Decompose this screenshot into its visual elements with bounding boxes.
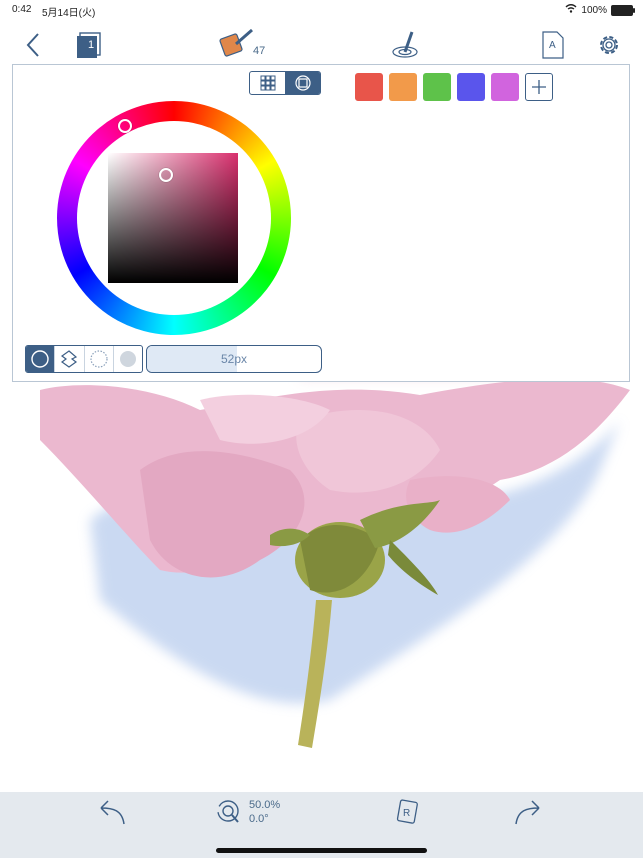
undo-icon	[100, 800, 125, 825]
battery-percent: 100%	[581, 4, 607, 16]
document-icon: A	[542, 31, 564, 59]
chevron-left-icon	[26, 33, 39, 57]
blend-tool-icon	[392, 31, 418, 58]
soft-brush-icon	[90, 350, 108, 368]
reset-view-button[interactable]: R	[394, 798, 420, 826]
back-button[interactable]	[22, 32, 44, 58]
status-date: 5月14日(火)	[42, 8, 96, 19]
undo-button[interactable]	[98, 798, 128, 826]
blend-tool-button[interactable]	[390, 28, 420, 60]
plus-icon	[532, 80, 546, 94]
zoom-rotate-icon	[217, 800, 239, 823]
brush-type-selector	[25, 345, 143, 373]
color-swatch[interactable]	[389, 73, 417, 101]
status-time: 0:42	[12, 4, 32, 15]
color-panel: 52px	[12, 58, 630, 382]
color-swatch[interactable]	[491, 73, 519, 101]
brush-button[interactable]	[218, 28, 258, 58]
color-picker-knob[interactable]	[159, 168, 173, 182]
tab-color-wheel[interactable]	[285, 72, 320, 94]
layers-button[interactable]: 1	[74, 30, 104, 60]
saturation-value-square[interactable]	[108, 153, 238, 283]
svg-text:A: A	[549, 40, 556, 51]
battery-icon	[611, 4, 635, 16]
wifi-icon	[565, 4, 577, 16]
filled-brush-icon	[119, 351, 136, 367]
brush-type-soft[interactable]	[85, 346, 114, 372]
zoom-rotate-button[interactable]	[214, 796, 246, 828]
settings-button[interactable]	[596, 32, 622, 58]
rotation-angle: 0.0°	[249, 813, 269, 825]
color-swatch[interactable]	[423, 73, 451, 101]
wheel-icon	[294, 75, 311, 91]
gear-icon	[600, 36, 618, 54]
redo-button[interactable]	[512, 798, 542, 826]
brush-icon	[219, 28, 253, 57]
status-right: 100%	[565, 4, 635, 16]
reset-view-icon: R	[396, 799, 418, 824]
zoom-readout: 50.0% 0.0°	[249, 798, 280, 826]
brush-type-round[interactable]	[26, 346, 56, 372]
color-swatch[interactable]	[457, 73, 485, 101]
brush-count: 47	[253, 45, 266, 57]
document-button[interactable]: A	[540, 30, 566, 60]
brush-type-filled[interactable]	[114, 346, 142, 372]
brush-type-textured[interactable]	[55, 346, 85, 372]
brush-size-label: 52px	[220, 352, 248, 366]
svg-text:R: R	[403, 808, 410, 819]
color-mode-toggle	[249, 71, 321, 95]
textured-brush-icon	[61, 350, 78, 368]
color-swatch[interactable]	[355, 73, 383, 101]
status-bar: 0:42 5月14日(火) 100%	[0, 0, 643, 20]
brush-size-slider[interactable]: 52px	[146, 345, 322, 373]
add-swatch-button[interactable]	[525, 73, 553, 101]
redo-icon	[515, 800, 540, 825]
grid-icon	[260, 75, 275, 91]
layer-number: 1	[87, 39, 95, 51]
round-brush-icon	[31, 350, 49, 368]
zoom-level: 50.0%	[249, 799, 281, 811]
tab-palette-grid[interactable]	[250, 72, 285, 94]
hue-knob[interactable]	[118, 119, 132, 133]
home-indicator[interactable]	[216, 848, 427, 853]
